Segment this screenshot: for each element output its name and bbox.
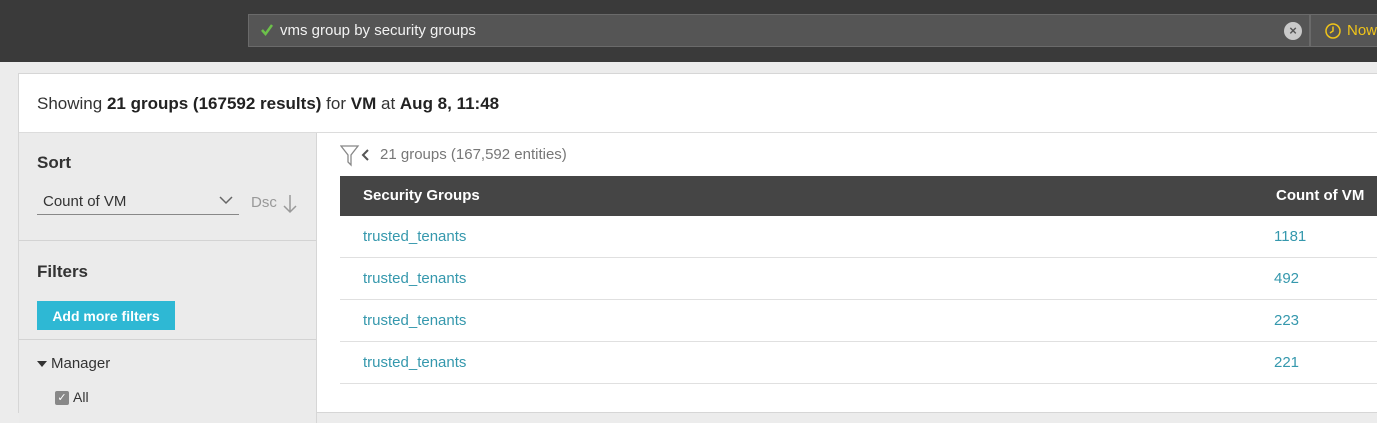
manager-label: Manager	[51, 355, 111, 372]
table-row[interactable]: trusted_tenants 223	[340, 300, 1377, 342]
caret-down-icon	[37, 361, 47, 368]
top-bar: vms group by security groups × Now	[0, 0, 1377, 62]
security-group-link[interactable]: trusted_tenants	[363, 216, 466, 257]
count-link[interactable]: 1181	[1274, 216, 1306, 257]
summary-at: at	[380, 94, 396, 113]
filter-all-label: All	[73, 389, 89, 405]
time-selector-button[interactable]: Now	[1310, 14, 1377, 47]
sort-title: Sort	[37, 153, 71, 172]
chevron-down-icon	[219, 196, 233, 205]
clear-search-icon[interactable]: ×	[1284, 22, 1302, 40]
column-header-security-groups[interactable]: Security Groups	[363, 176, 480, 216]
arrow-down-icon[interactable]	[283, 194, 297, 214]
summary-prefix: Showing	[37, 94, 103, 113]
filter-collapse-icon[interactable]	[340, 144, 372, 168]
security-group-link[interactable]: trusted_tenants	[363, 300, 466, 341]
checkbox-icon: ✓	[55, 391, 69, 406]
table-row[interactable]: trusted_tenants 221	[340, 342, 1377, 384]
divider	[19, 339, 316, 340]
table-header: Security Groups Count of VM	[340, 176, 1377, 216]
manager-filter-toggle[interactable]: Manager	[37, 355, 110, 372]
clock-icon	[1325, 23, 1341, 39]
summary-timestamp: Aug 8, 11:48	[399, 94, 500, 113]
groups-count: 21 groups (167,592 entities)	[380, 146, 567, 163]
count-link[interactable]: 223	[1274, 300, 1299, 341]
check-icon	[261, 24, 274, 37]
table-row[interactable]: trusted_tenants 492	[340, 258, 1377, 300]
sort-field-value: Count of VM	[43, 193, 127, 210]
sort-field-select[interactable]: Count of VM	[37, 191, 239, 215]
search-bar[interactable]: vms group by security groups ×	[248, 14, 1310, 47]
results-summary: Showing 21 groups (167592 results) for V…	[19, 74, 1377, 133]
sort-order-label[interactable]: Dsc	[251, 194, 277, 211]
summary-entity: VM	[350, 94, 377, 113]
time-label: Now	[1347, 22, 1377, 39]
table-row[interactable]: trusted_tenants 1181	[340, 216, 1377, 258]
search-query[interactable]: vms group by security groups	[280, 15, 476, 47]
security-group-link[interactable]: trusted_tenants	[363, 342, 466, 383]
divider	[19, 240, 316, 241]
security-group-link[interactable]: trusted_tenants	[363, 258, 466, 299]
count-link[interactable]: 492	[1274, 258, 1299, 299]
sidebar: Sort Count of VM Dsc Filters Add more fi…	[19, 133, 317, 423]
filters-title: Filters	[37, 262, 89, 281]
summary-groups: 21 groups (167592 results)	[106, 94, 322, 113]
column-header-count[interactable]: Count of VM	[1276, 176, 1364, 216]
count-link[interactable]: 221	[1274, 342, 1299, 383]
summary-for: for	[326, 94, 347, 113]
results-table: Security Groups Count of VM trusted_tena…	[340, 176, 1377, 384]
add-filters-button[interactable]: Add more filters	[37, 301, 175, 330]
filter-all-checkbox[interactable]: ✓ All	[55, 389, 89, 406]
